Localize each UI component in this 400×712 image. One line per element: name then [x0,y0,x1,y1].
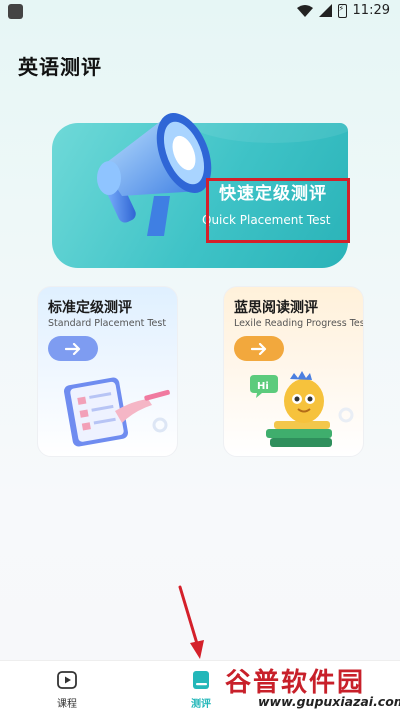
status-bar: 11:29 [0,0,400,24]
arrow-right-icon [65,342,81,355]
standard-placement-go-button[interactable] [48,336,98,361]
standard-placement-card[interactable]: 标准定级测评 Standard Placement Test [37,286,178,457]
nav-label-test: 测评 [191,699,211,710]
wifi-icon [296,4,313,17]
arrow-right-icon [251,342,267,355]
nav-item-courses[interactable]: 课程 [37,669,97,710]
status-time: 11:29 [352,3,390,18]
lexile-reading-title: 蓝思阅读测评 [234,300,318,316]
lexile-reading-go-button[interactable] [234,336,284,361]
megaphone-icon [97,113,212,236]
app-notification-icon [8,4,23,19]
nav-label-courses: 课程 [57,699,77,710]
lexile-reading-card[interactable]: 蓝思阅读测评 Lexile Reading Progress Test Hi [223,286,364,457]
watermark: 谷普软件园 www.gupuxiazai.com [215,662,400,712]
book-icon [193,671,209,689]
signal-icon [318,4,332,17]
hi-bubble-text: Hi [257,381,269,392]
mascot-reading-illustration-icon: Hi [250,371,354,447]
battery-icon [337,3,347,18]
annotation-arrow-icon [178,585,204,659]
watermark-url: www.gupuxiazai.com [258,694,400,709]
play-icon [57,671,77,689]
lexile-reading-subtitle: Lexile Reading Progress Test [234,318,364,329]
page-title: 英语测评 [18,55,102,79]
standard-placement-subtitle: Standard Placement Test [48,318,167,329]
status-right: 11:29 [296,3,390,18]
highlight-box [206,178,350,243]
checklist-illustration-icon [63,377,170,447]
standard-placement-title: 标准定级测评 [48,300,132,316]
